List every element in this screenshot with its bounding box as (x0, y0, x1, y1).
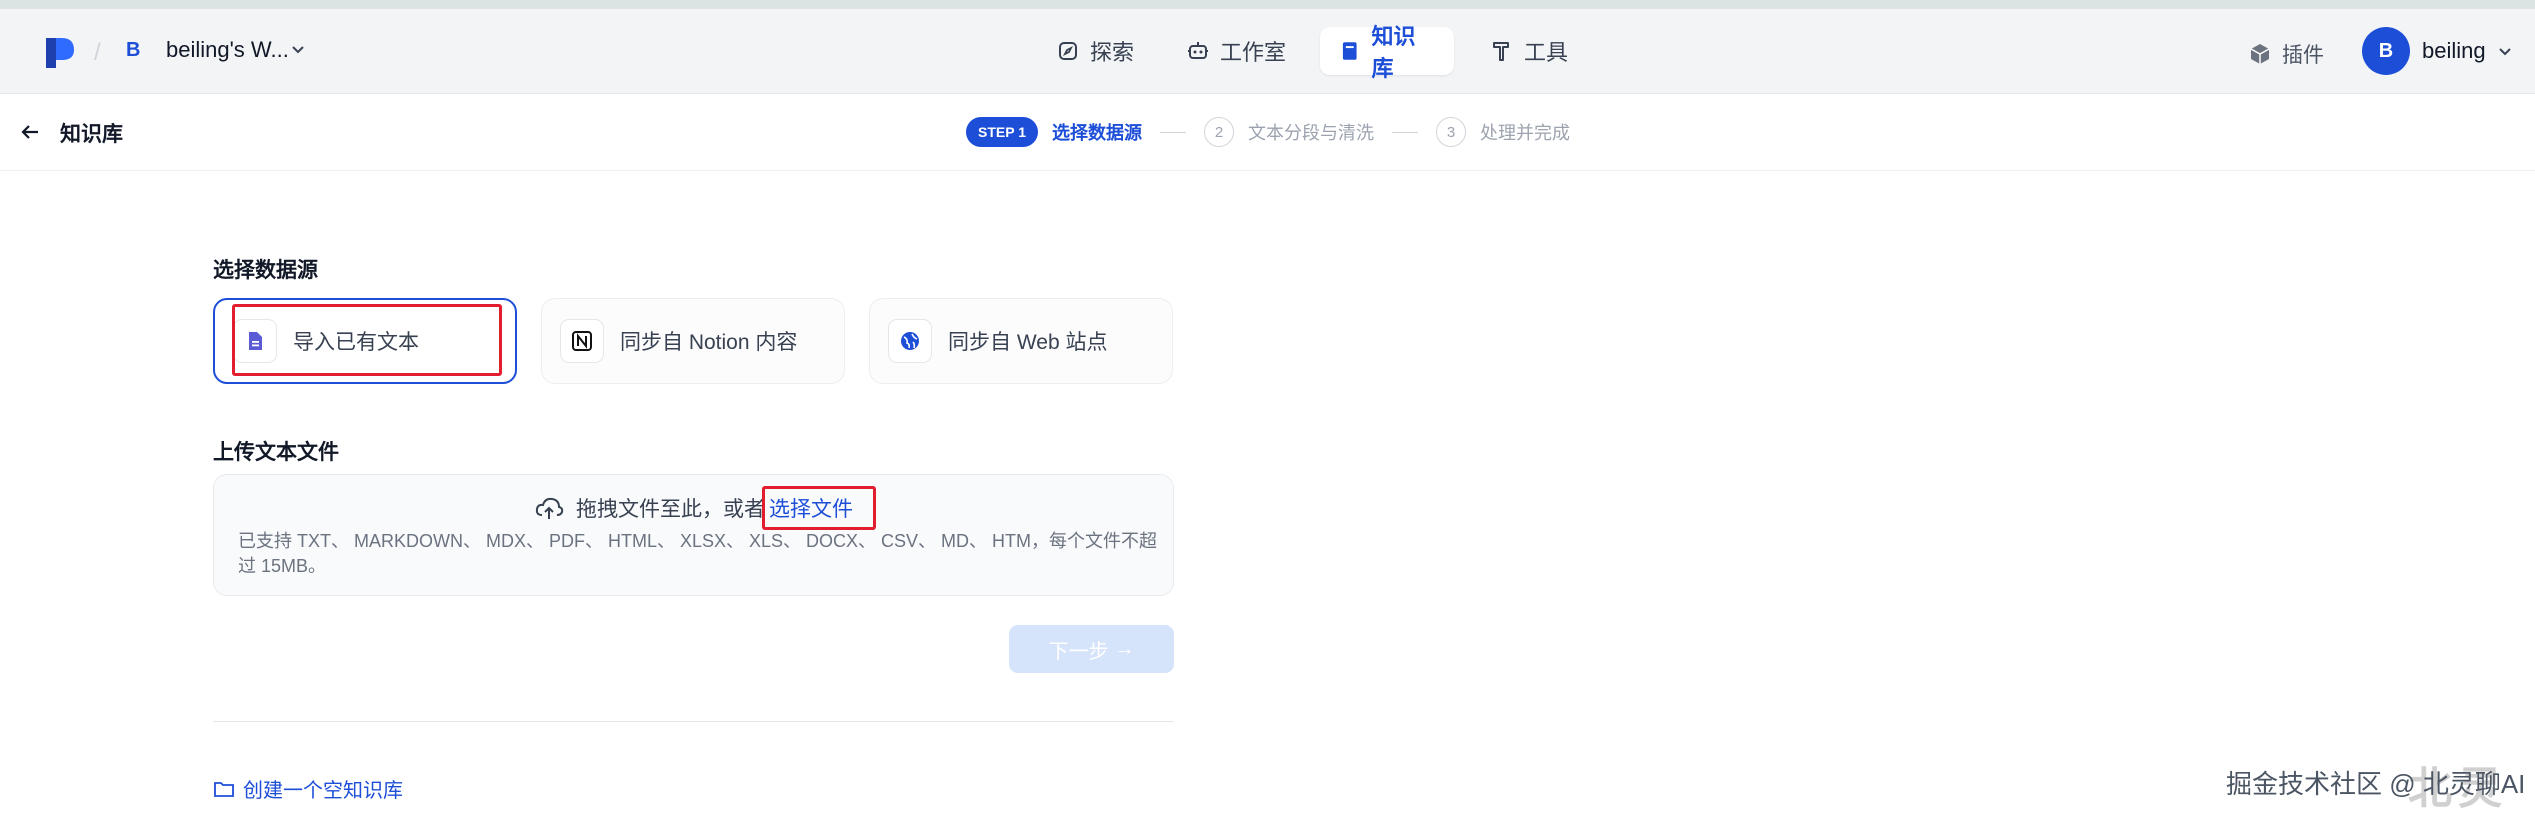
upload-section-title: 上传文本文件 (213, 441, 339, 464)
source-card-import-text[interactable]: 导入已有文本 (213, 298, 517, 384)
app-logo[interactable] (44, 36, 76, 70)
source-label: 导入已有文本 (293, 331, 419, 354)
nav-tab-knowledge[interactable]: 知识库 (1320, 24, 1454, 81)
back-arrow-icon[interactable] (18, 120, 42, 144)
create-empty-knowledge-link[interactable]: 创建一个空知识库 (213, 774, 403, 803)
folder-icon (214, 781, 234, 797)
source-card-notion[interactable]: 同步自 Notion 内容 (541, 298, 845, 384)
top-navbar: / B beiling's W... 探索 工作室 知识库 工具 插件 B be… (0, 9, 2535, 94)
nav-tab-label: 探索 (1090, 40, 1135, 65)
next-button-label: 下一步 (1048, 640, 1109, 663)
step-1-badge: STEP 1 (966, 117, 1038, 147)
cube-icon (2250, 44, 2270, 64)
hammer-icon (1493, 42, 1509, 61)
user-name[interactable]: beiling (2422, 38, 2486, 64)
nav-tab-studio[interactable]: 工作室 (1168, 27, 1304, 75)
create-empty-label: 创建一个空知识库 (243, 780, 403, 802)
source-section-title: 选择数据源 (213, 259, 318, 282)
page-subheader: 知识库 STEP 1 选择数据源 2 文本分段与清洗 3 处理并完成 (0, 94, 2535, 171)
upload-cloud-icon (535, 497, 564, 519)
stepper: STEP 1 选择数据源 2 文本分段与清洗 3 处理并完成 (966, 116, 1570, 148)
plugins-button[interactable]: 插件 (2248, 39, 2324, 69)
nav-tab-label: 工具 (1524, 40, 1569, 65)
notion-icon (572, 331, 592, 351)
watermark-text: 掘金技术社区 @ 北灵聊AI (2226, 769, 2526, 799)
user-avatar[interactable]: B (2362, 27, 2410, 75)
page-title: 知识库 (60, 123, 123, 146)
select-file-link[interactable]: 选择文件 (769, 493, 853, 523)
chevron-down-icon[interactable] (290, 41, 306, 57)
source-icon-box (560, 319, 604, 363)
source-card-web[interactable]: 同步自 Web 站点 (869, 298, 1173, 384)
book-icon (1342, 42, 1357, 60)
document-icon (249, 332, 262, 350)
robot-icon (1188, 42, 1208, 59)
plugins-label: 插件 (2282, 44, 2324, 67)
step-2-label: 文本分段与清洗 (1248, 123, 1374, 143)
top-strip (0, 0, 2535, 9)
source-label: 同步自 Notion 内容 (620, 331, 798, 354)
step-1-label: 选择数据源 (1052, 123, 1142, 143)
step-connector (1160, 131, 1186, 133)
nav-tab-label: 知识库 (1371, 24, 1416, 81)
source-icon-box (233, 319, 277, 363)
globe-icon (901, 332, 919, 350)
breadcrumb-separator: / (94, 39, 101, 66)
nav-tab-label: 工作室 (1220, 40, 1287, 65)
dropzone-prompt-text: 拖拽文件至此，或者 (576, 498, 765, 521)
dropzone-prompt: 拖拽文件至此，或者 选择文件 (534, 493, 853, 523)
file-dropzone[interactable]: 拖拽文件至此，或者 选择文件 已支持 TXT、 MARKDOWN、 MDX、 P… (213, 474, 1174, 596)
workspace-avatar[interactable]: B (126, 39, 140, 62)
arrow-right-icon: → (1114, 637, 1135, 660)
workspace-name[interactable]: beiling's W... (166, 37, 289, 63)
step-2-badge: 2 (1204, 117, 1234, 147)
source-icon-box (888, 319, 932, 363)
section-divider (213, 721, 1174, 722)
step-3-badge: 3 (1436, 117, 1466, 147)
step-connector (1392, 131, 1418, 133)
source-label: 同步自 Web 站点 (948, 331, 1108, 354)
compass-icon (1059, 42, 1077, 60)
nav-tab-explore[interactable]: 探索 (1038, 27, 1152, 75)
nav-tab-tools[interactable]: 工具 (1472, 27, 1586, 75)
step-3-label: 处理并完成 (1480, 123, 1570, 143)
chevron-down-icon[interactable] (2498, 44, 2512, 58)
next-button[interactable]: 下一步 → (1009, 625, 1174, 673)
supported-formats-hint: 已支持 TXT、 MARKDOWN、 MDX、 PDF、 HTML、 XLSX、… (238, 531, 1158, 576)
